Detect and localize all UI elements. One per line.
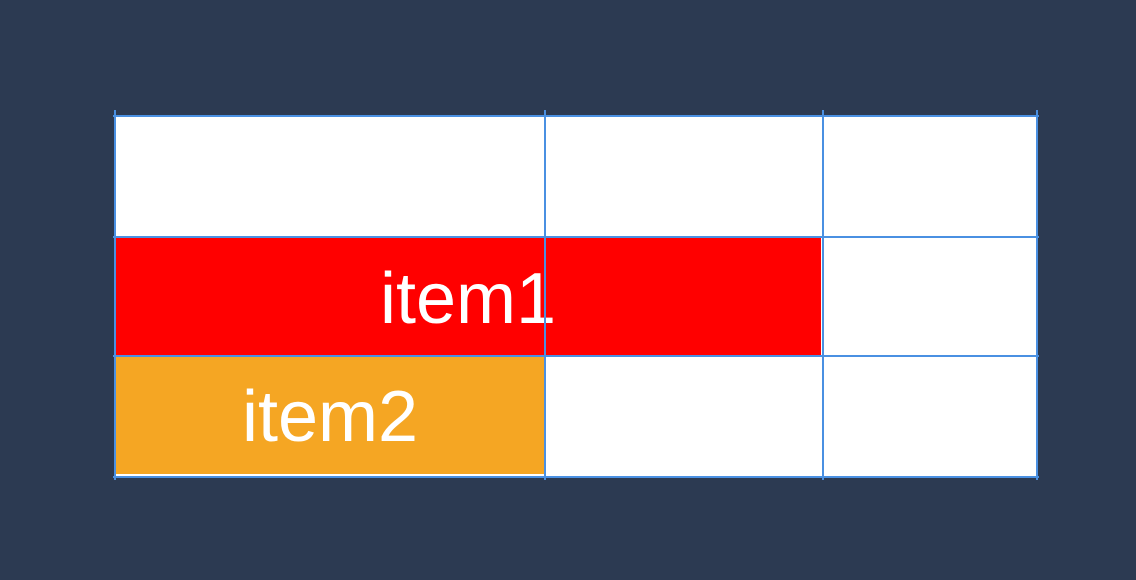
canvas: item1 item2 — [0, 0, 1136, 580]
grid-line-horizontal-2 — [113, 236, 1039, 238]
grid-line-vertical-3 — [822, 110, 824, 480]
grid-item-1: item1 — [115, 237, 821, 356]
grid-line-vertical-1 — [114, 110, 116, 480]
grid-item-2: item2 — [115, 356, 545, 474]
grid-item-1-label: item1 — [379, 258, 557, 339]
grid-line-horizontal-4 — [113, 476, 1039, 478]
grid-item-2-label: item2 — [241, 377, 419, 457]
grid-line-horizontal-1 — [113, 115, 1039, 117]
grid-line-vertical-4 — [1036, 110, 1038, 480]
grid-line-horizontal-3 — [113, 355, 1039, 357]
grid-line-vertical-2 — [544, 110, 546, 480]
